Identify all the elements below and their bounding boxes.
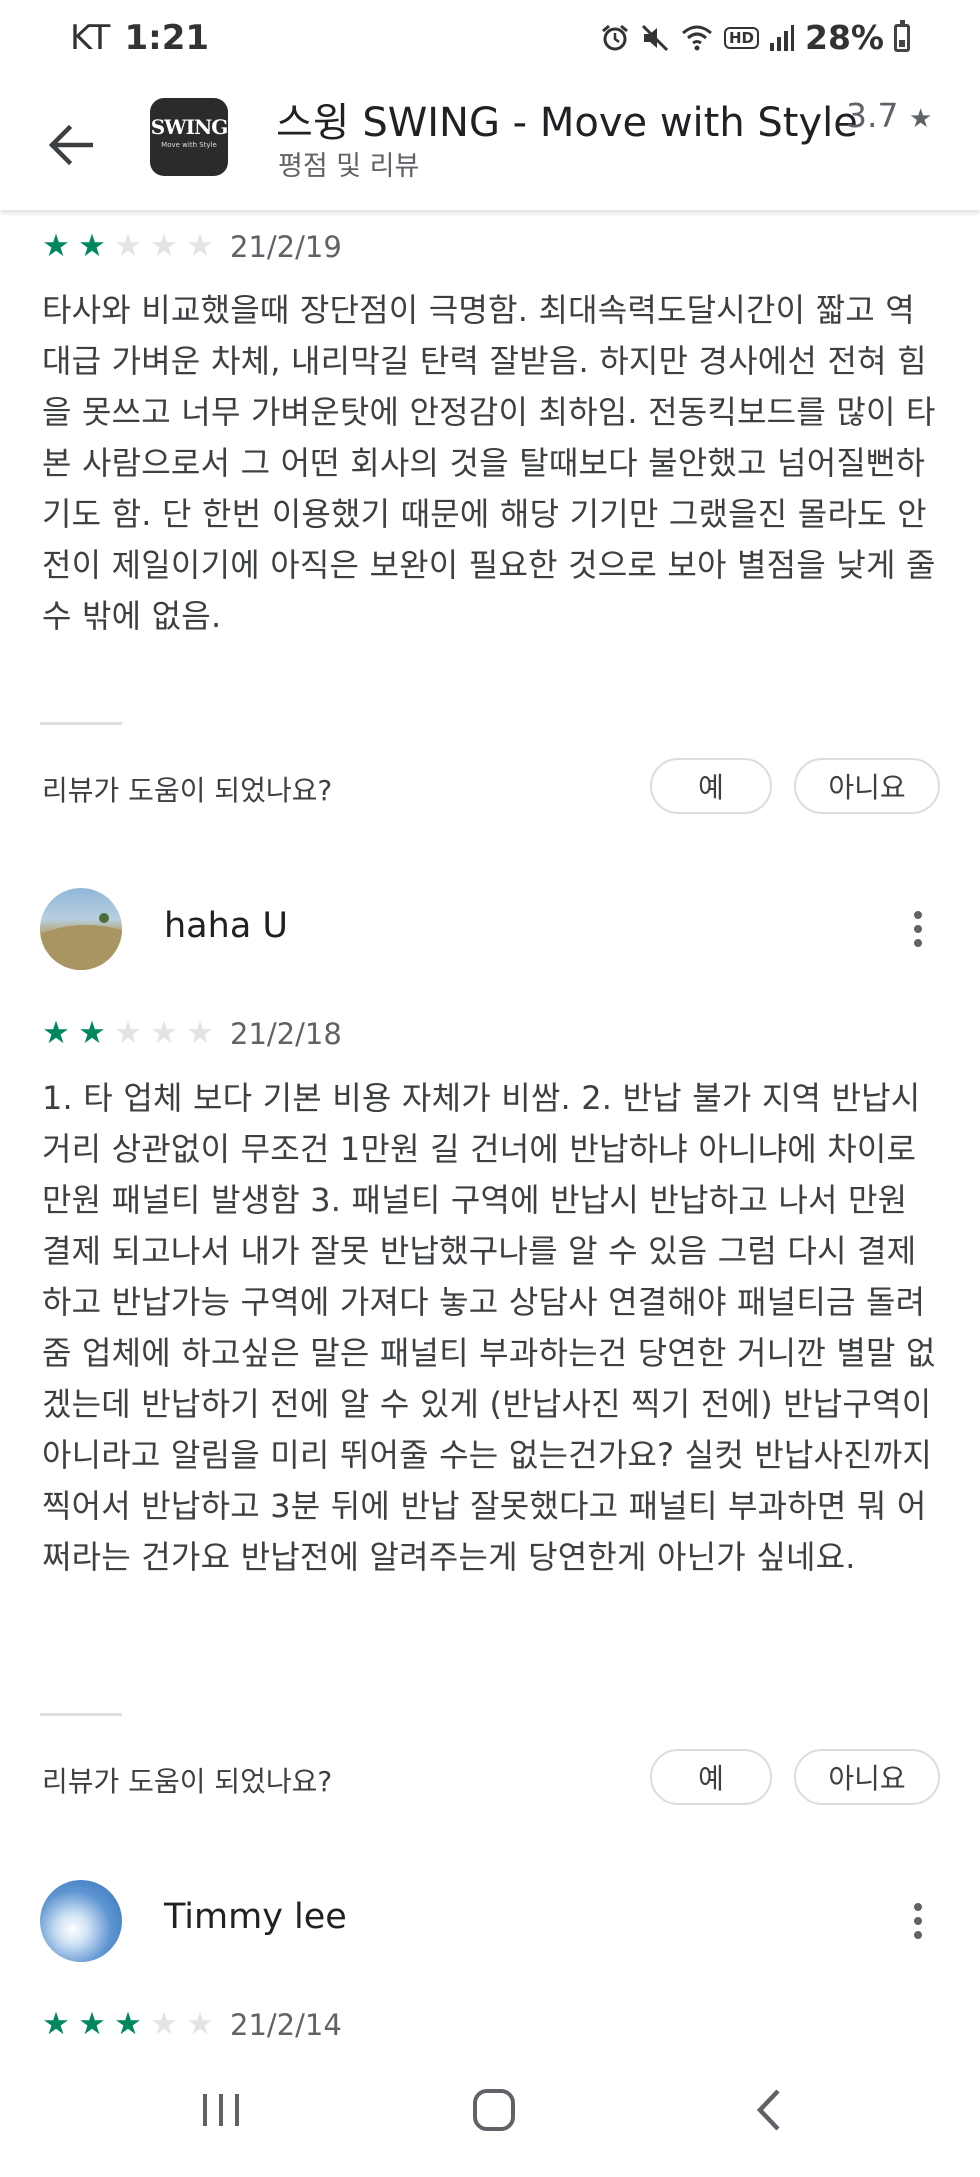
mute-icon (641, 24, 669, 51)
page-subtitle: 평점 및 리뷰 (278, 151, 420, 182)
signal-icon (770, 24, 794, 51)
clock: 1:21 (124, 18, 210, 58)
reviewer-name: Timmy lee (164, 1897, 347, 1937)
status-bar: KT 1:21 HD 28% (0, 0, 980, 80)
status-right: HD 28% (600, 18, 910, 57)
star-empty-icon: ★ (114, 228, 142, 264)
app-logo: SWING Move with Style (150, 98, 228, 176)
star-empty-icon: ★ (150, 228, 178, 264)
battery-percent: 28% (805, 18, 884, 57)
logo-word: SWING (150, 115, 229, 139)
rating-value: 3.7 (846, 96, 899, 135)
app-rating: 3.7 ★ (846, 96, 932, 135)
star-empty-icon: ★ (150, 1015, 178, 1051)
review-text: 1. 타 업체 보다 기본 비용 자체가 비쌈. 2. 반납 불가 지역 반납시… (42, 1079, 936, 1576)
back-nav-icon[interactable] (728, 2075, 808, 2145)
reviewer-name: haha U (164, 906, 289, 946)
helpful-yes-button[interactable]: 예 (650, 1749, 772, 1805)
star-filled-icon: ★ (42, 228, 70, 264)
star-empty-icon: ★ (186, 228, 214, 264)
divider (40, 722, 122, 725)
review-text: 타사와 비교했을때 장단점이 극명함. 최대속력도달시간이 짧고 역대급 가벼운… (42, 291, 936, 635)
star-empty-icon: ★ (150, 2006, 178, 2042)
divider (40, 1713, 122, 1716)
status-left: KT 1:21 (70, 18, 209, 58)
avatar (40, 1880, 122, 1962)
helpful-question: 리뷰가 도움이 되었나요? (42, 774, 333, 807)
more-options-icon[interactable] (900, 899, 936, 959)
star-filled-icon: ★ (114, 2006, 142, 2042)
system-nav-bar (0, 2050, 980, 2177)
helpful-no-button[interactable]: 아니요 (794, 1749, 940, 1805)
star-filled-icon: ★ (42, 1015, 70, 1051)
logo-tagline: Move with Style (161, 141, 217, 149)
app-header: SWING Move with Style 스윙 SWING - Move wi… (0, 80, 980, 210)
wifi-icon (682, 25, 712, 50)
star-rating: ★ ★ ★ ★ ★ (40, 229, 216, 263)
more-options-icon[interactable] (900, 1891, 936, 1951)
review-date: 21/2/19 (230, 230, 342, 264)
star-rating: ★ ★ ★ ★ ★ (40, 2007, 216, 2041)
review-date: 21/2/14 (230, 2008, 342, 2042)
hd-icon: HD (723, 26, 759, 49)
star-filled-icon: ★ (78, 1015, 106, 1051)
star-empty-icon: ★ (186, 2006, 214, 2042)
app-title: 스윙 SWING - Move with Style (276, 100, 858, 146)
star-filled-icon: ★ (78, 2006, 106, 2042)
helpful-no-button[interactable]: 아니요 (794, 758, 940, 814)
star-empty-icon: ★ (114, 1015, 142, 1051)
star-filled-icon: ★ (42, 2006, 70, 2042)
home-icon[interactable] (454, 2075, 534, 2145)
star-icon: ★ (908, 104, 933, 134)
star-empty-icon: ★ (186, 1015, 214, 1051)
review-date: 21/2/18 (230, 1017, 342, 1051)
star-filled-icon: ★ (78, 228, 106, 264)
alarm-icon (602, 24, 628, 50)
back-arrow-icon[interactable] (40, 115, 100, 175)
carrier: KT (70, 18, 111, 58)
battery-icon (894, 19, 910, 52)
helpful-yes-button[interactable]: 예 (650, 758, 772, 814)
star-rating: ★ ★ ★ ★ ★ (40, 1016, 216, 1050)
avatar-image (40, 913, 122, 970)
avatar (40, 888, 122, 970)
recent-apps-icon[interactable] (181, 2075, 261, 2145)
helpful-question: 리뷰가 도움이 되었나요? (42, 1765, 333, 1798)
